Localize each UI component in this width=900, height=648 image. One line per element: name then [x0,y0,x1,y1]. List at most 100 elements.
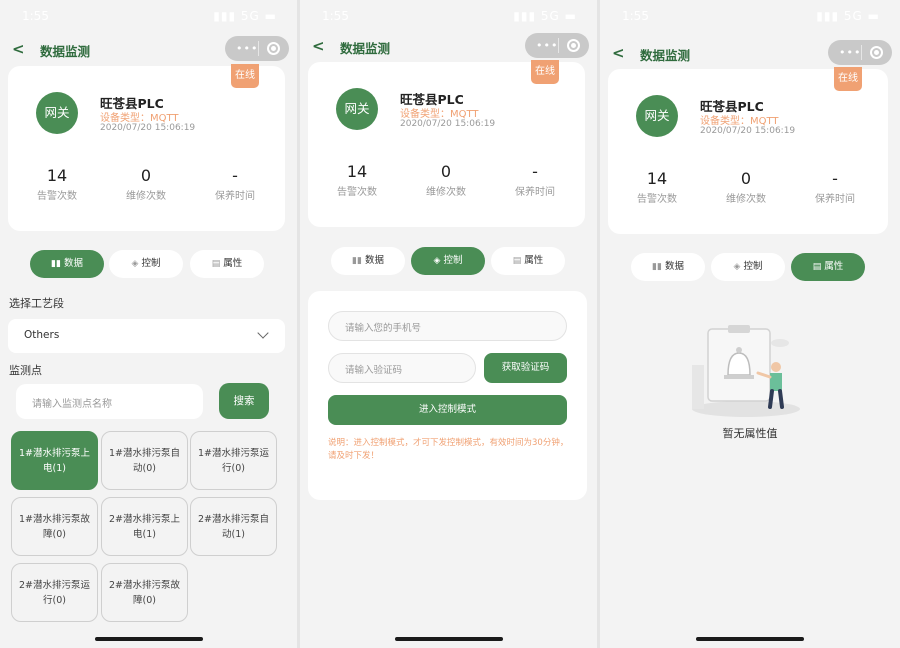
list-icon: ▤ [812,262,822,272]
chevron-left-icon[interactable]: < [612,44,625,62]
control-panel: 请输入您的手机号 请输入验证码 获取验证码 进入控制模式 说明：进入控制模式，才… [308,291,587,500]
page-title: 数据监测 [40,44,91,59]
search-button[interactable]: 搜索 [219,383,269,419]
monitor-point[interactable]: 2#潜水排污泵上 电(1) [101,497,188,556]
close-target-icon[interactable] [870,46,883,59]
status-time: 1:55 [622,9,649,23]
device-time: 2020/07/20 15:06:19 [700,126,796,136]
mini-program-capsule[interactable]: ••• [225,36,289,61]
code-input[interactable]: 请输入验证码 [328,353,476,383]
more-icon[interactable]: ••• [236,42,258,55]
tab-label: 数据 [664,261,684,272]
layers-icon: ◈ [733,262,741,272]
device-type: 设备类型：MQTT [100,113,179,124]
tab-label: 属性 [524,255,544,266]
stat-label: 告警次数 [637,194,677,205]
bar-chart-icon: ▮▮ [352,256,362,266]
chevron-left-icon[interactable]: < [312,37,325,55]
point-text: 电(1) [133,529,156,540]
tab-control[interactable]: ◈ 控制 [411,247,485,275]
gateway-avatar: 网关 [636,95,678,137]
tab-label: 控制 [443,255,463,266]
status-icons: ▮▮▮ 5G ▬ [513,9,577,23]
list-icon: ▤ [512,256,522,266]
stat-label: 维修次数 [126,191,166,202]
process-select[interactable]: Others [8,319,285,353]
home-indicator[interactable] [696,637,804,641]
tab-data[interactable]: ▮▮ 数据 [30,250,104,278]
stat-label: 告警次数 [37,191,77,202]
tab-label: 数据 [364,255,384,266]
screen-control-tab: 1:55 ▮▮▮ 5G ▬ < 数据监测 ••• 在线 网关 旺苍县PLC 设备… [300,0,597,648]
tab-data[interactable]: ▮▮ 数据 [331,247,405,275]
empty-state-text: 暂无属性值 [722,427,778,440]
close-target-icon[interactable] [567,39,580,52]
tab-label: 数据 [63,258,83,269]
mini-program-capsule[interactable]: ••• [828,40,892,65]
nav-bar: < 数据监测 ••• [300,33,597,61]
phone-input[interactable]: 请输入您的手机号 [328,311,567,341]
point-text: 1#潜水排污泵自 [108,448,180,459]
point-text: 2#潜水排污泵上 [108,514,180,525]
list-icon: ▤ [211,259,221,269]
page-title: 数据监测 [340,41,391,56]
mini-program-capsule[interactable]: ••• [525,33,589,58]
bar-chart-icon: ▮▮ [51,259,61,269]
device-time: 2020/07/20 15:06:19 [100,123,196,133]
status-time: 1:55 [22,9,49,23]
process-value: Others [24,329,60,341]
enter-control-button[interactable]: 进入控制模式 [328,395,567,425]
stat-maintain: - 保养时间 [200,166,270,202]
monitor-point[interactable]: 2#潜水排污泵运 行(0) [11,563,98,622]
point-text: 行(0) [43,595,66,606]
point-text: 障(0) [133,595,156,606]
empty-state-illustration [692,325,800,417]
tab-attributes[interactable]: ▤ 属性 [791,253,865,281]
monitor-point[interactable]: 1#潜水排污泵故 障(0) [11,497,98,556]
point-text: 1#潜水排污泵故 [18,514,90,525]
tab-label: 属性 [824,261,844,272]
close-target-icon[interactable] [267,42,280,55]
point-text: 电(1) [43,463,66,474]
tab-control[interactable]: ◈ 控制 [711,253,785,281]
point-text: 2#潜水排污泵自 [197,514,269,525]
status-icons: ▮▮▮ 5G ▬ [816,9,880,23]
status-bar: 1:55 ▮▮▮ 5G ▬ [322,9,577,25]
capsule-divider [558,38,559,53]
device-card: 在线 网关 旺苍县PLC 设备类型：MQTT 2020/07/20 15:06:… [608,67,888,234]
layers-icon: ◈ [131,259,139,269]
stat-repair: 0 维修次数 [411,162,481,198]
point-text: 1#潜水排污泵上 [18,448,90,459]
search-input[interactable]: 请输入监测点名称 [16,384,203,419]
tab-data[interactable]: ▮▮ 数据 [631,253,705,281]
monitor-point[interactable]: 2#潜水排污泵故 障(0) [101,563,188,622]
chevron-left-icon[interactable]: < [12,40,25,58]
capsule-divider [258,41,259,56]
monitor-point[interactable]: 1#潜水排污泵运 行(0) [190,431,277,490]
monitor-point[interactable]: 2#潜水排污泵自 动(1) [190,497,277,556]
point-text: 2#潜水排污泵运 [18,580,90,591]
home-indicator[interactable] [394,637,503,641]
get-code-button[interactable]: 获取验证码 [484,353,567,383]
screen-data-tab: 1:55 ▮▮▮ 5G ▬ < 数据监测 ••• 在线 网关 旺苍县PLC 设备… [0,0,297,648]
monitor-point[interactable]: 1#潜水排污泵上 电(1) [11,431,98,490]
more-icon[interactable]: ••• [536,39,558,52]
point-text: 行(0) [222,463,245,474]
monitor-label: 监测点 [9,364,42,377]
page-title: 数据监测 [640,48,691,63]
status-badge: 在线 [834,67,862,91]
tab-control[interactable]: ◈ 控制 [109,250,183,278]
stat-value: - [532,162,538,181]
more-icon[interactable]: ••• [839,46,861,59]
stat-label: 保养时间 [515,187,555,198]
tab-attributes[interactable]: ▤ 属性 [491,247,565,275]
chevron-down-icon [257,327,269,339]
status-time: 1:55 [322,9,349,23]
point-text: 障(0) [43,529,66,540]
stat-value: 0 [740,169,752,188]
tab-attributes[interactable]: ▤ 属性 [190,250,264,278]
stat-alarm: 14 告警次数 [622,169,692,205]
home-indicator[interactable] [94,637,203,641]
status-icons: ▮▮▮ 5G ▬ [213,9,277,23]
monitor-point[interactable]: 1#潜水排污泵自 动(0) [101,431,188,490]
